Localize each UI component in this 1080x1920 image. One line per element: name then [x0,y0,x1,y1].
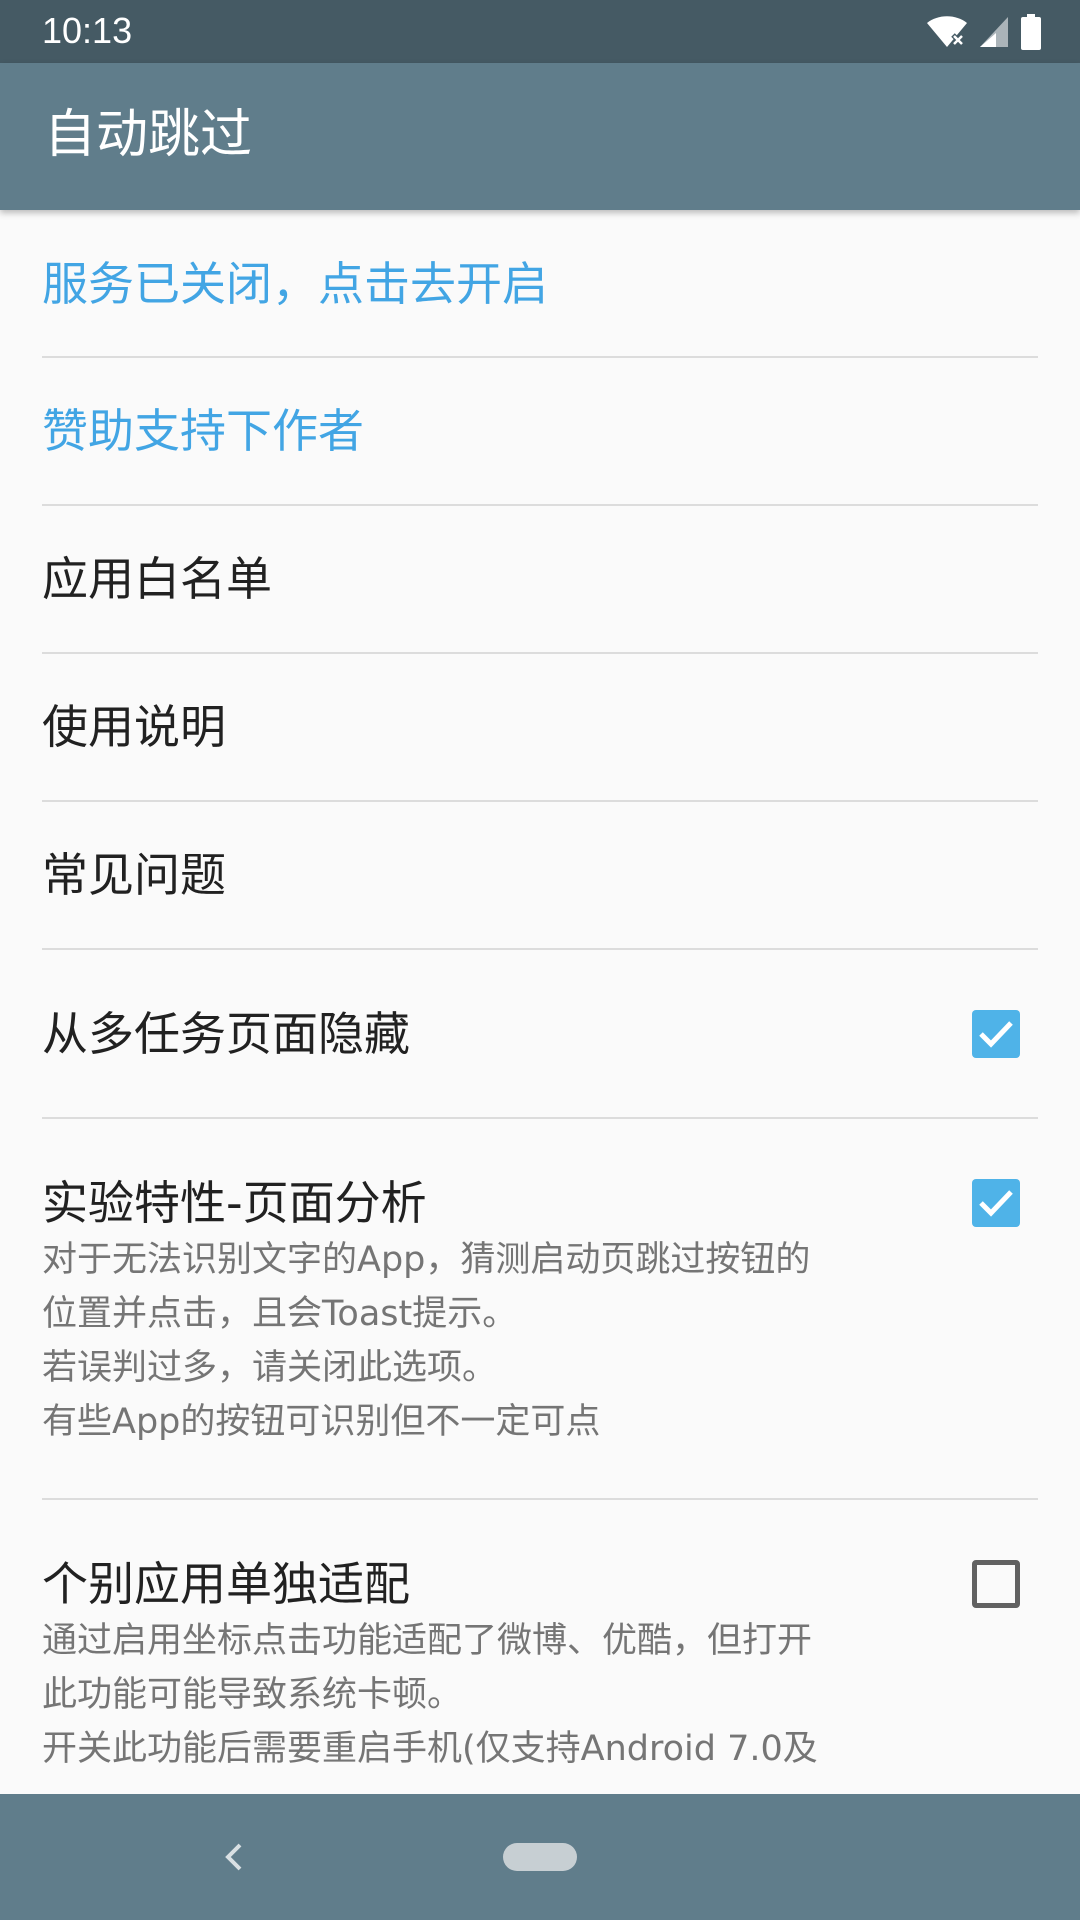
page-analysis-item[interactable]: 实验特性-页面分析 对于无法识别文字的App，猜测启动页跳过按钮的 位置并点击，… [0,1119,1080,1494]
sponsor-label: 赞助支持下作者 [42,404,364,458]
settings-list: 服务已关闭，点击去开启 赞助支持下作者 应用白名单 使用说明 常见问题 从多任务… [0,210,1080,1794]
cell-signal-icon [978,15,1010,49]
navigation-bar [0,1794,1080,1920]
sponsor-item[interactable]: 赞助支持下作者 [0,358,1080,505]
status-time: 10:13 [42,10,133,51]
check-icon [979,1190,1013,1217]
page-analysis-label: 实验特性-页面分析 [42,1176,427,1230]
wifi-off-icon [926,15,968,49]
status-bar: 10:13 [0,0,1080,63]
per-app-adapt-label: 个别应用单独适配 [42,1557,410,1611]
home-pill-icon[interactable] [503,1843,577,1871]
page-analysis-checkbox[interactable] [972,1179,1020,1227]
hide-from-recents-label: 从多任务页面隐藏 [42,1007,410,1061]
page-analysis-summary: 对于无法识别文字的App，猜测启动页跳过按钮的 位置并点击，且会Toast提示。… [42,1233,862,1449]
summary-line: 若误判过多，请关闭此选项。 [42,1348,498,1388]
per-app-adapt-item[interactable]: 个别应用单独适配 通过启用坐标点击功能适配了微博、优酷，但打开 此功能可能导致系… [0,1500,1080,1794]
service-status-label: 服务已关闭，点击去开启 [42,257,548,311]
summary-line: 开关此功能后需要重启手机(仅支持Android 7.0及 [42,1729,818,1769]
app-bar: 自动跳过 [0,63,1080,210]
per-app-adapt-checkbox[interactable] [972,1560,1020,1608]
summary-line: 通过启用坐标点击功能适配了微博、优酷，但打开 [42,1621,813,1661]
status-icons [926,12,1042,52]
summary-line: 对于无法识别文字的App，猜测启动页跳过按钮的 [42,1240,811,1280]
per-app-adapt-summary: 通过启用坐标点击功能适配了微博、优酷，但打开 此功能可能导致系统卡顿。 开关此功… [42,1614,862,1776]
summary-line: 有些App的按钮可识别但不一定可点 [42,1402,601,1442]
back-icon[interactable] [220,1837,248,1881]
whitelist-item[interactable]: 应用白名单 [0,506,1080,653]
whitelist-label: 应用白名单 [42,552,272,606]
page-title: 自动跳过 [44,105,253,165]
instructions-label: 使用说明 [42,700,226,754]
summary-line: 此功能可能导致系统卡顿。 [42,1675,463,1715]
faq-label: 常见问题 [42,848,226,902]
instructions-item[interactable]: 使用说明 [0,654,1080,801]
hide-from-recents-checkbox[interactable] [972,1010,1020,1058]
check-icon [979,1021,1013,1048]
service-status-item[interactable]: 服务已关闭，点击去开启 [0,210,1080,357]
hide-from-recents-item[interactable]: 从多任务页面隐藏 [0,950,1080,1117]
summary-line: 位置并点击，且会Toast提示。 [42,1294,518,1334]
battery-icon [1020,14,1042,50]
faq-item[interactable]: 常见问题 [0,802,1080,949]
